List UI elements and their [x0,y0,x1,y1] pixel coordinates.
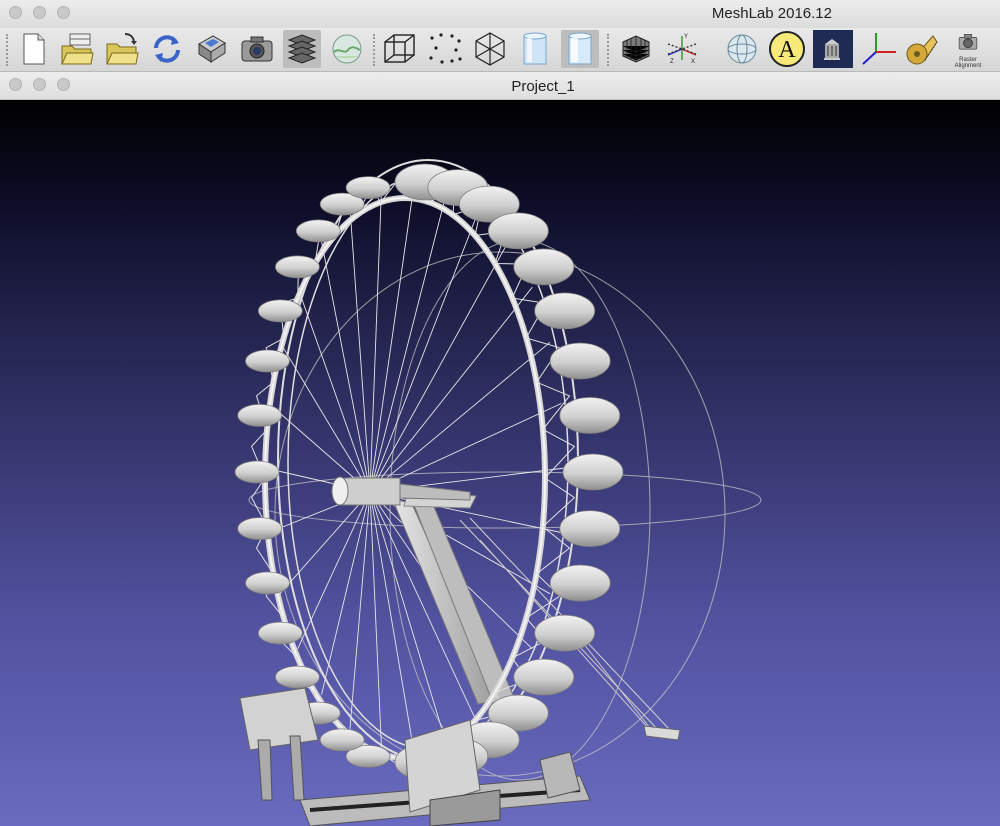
document-title: Project_1 [511,78,575,95]
wireframe-icon [475,32,505,66]
spoke [349,206,371,493]
axis-button[interactable] [860,30,898,68]
reload-button[interactable] [148,30,186,68]
capsule [513,658,575,696]
measure-button[interactable] [903,30,941,68]
capsule [345,176,391,199]
annotation-icon: A [769,31,805,67]
background-button[interactable] [813,30,853,68]
points-icon [429,33,462,64]
reload-icon [154,35,180,63]
toolbar-separator [373,34,377,66]
capsule [513,248,575,286]
spoke [369,206,481,493]
raster-alignment-label: Raster Alignment [954,57,982,69]
measure-icon [906,35,938,65]
trackball-button[interactable]: Y Z X [663,30,701,68]
capsule [257,621,303,645]
capsule [237,403,283,427]
new-project-icon [23,33,45,65]
capsule [549,564,611,602]
smooth-icon [568,32,592,65]
spoke [321,241,371,493]
flat-lines-button[interactable] [516,30,554,68]
import-mesh-icon [106,33,139,65]
main-toolbar: Y Z X A Raster Alignment [0,28,1000,72]
export-mesh-button[interactable] [193,30,231,68]
export-mesh-icon [198,35,226,63]
capsule [295,219,341,243]
3d-viewport[interactable] [0,100,1000,826]
toolbar-separator [6,34,10,66]
spoke [369,241,509,493]
flat-lines-icon [523,32,547,65]
spoke [369,185,383,493]
capsule [562,453,624,491]
raster-alignment-icon [958,34,978,50]
capsule [559,510,621,548]
open-project-button[interactable] [58,30,96,68]
sphere-icon [727,34,757,64]
spoke [369,185,449,493]
capsule [274,255,320,279]
hidden-lines-button[interactable] [617,30,655,68]
annotation-letter: A [778,37,796,63]
sphere-button[interactable] [723,30,761,68]
layers-icon [287,34,317,64]
trackball-icon: Y Z X [667,34,697,65]
capsule [237,517,283,541]
ferris-wheel-model [234,159,762,826]
smooth-button[interactable] [561,30,599,68]
render-settings-button[interactable] [328,30,366,68]
wireframe-button[interactable] [471,30,509,68]
svg-text:Y: Y [684,34,688,40]
spoke [349,491,371,730]
hidden-lines-icon [622,35,650,63]
points-button[interactable] [426,30,464,68]
spoke [369,341,551,493]
svg-text:Z: Z [670,59,674,65]
capsule [487,212,549,250]
toolbar-separator [607,34,611,66]
snapshot-button[interactable] [238,30,276,68]
app-titlebar: MeshLab 2016.12 [0,0,1000,28]
bounding-box-button[interactable] [381,30,419,68]
open-project-icon [61,33,94,65]
capsule [549,342,611,380]
capsule [234,460,280,484]
spoke [369,177,416,493]
capsule [534,614,596,652]
app-title: MeshLab 2016.12 [711,5,832,22]
capsule [534,292,596,330]
capsule [257,299,303,323]
spoke [369,491,383,751]
new-project-button[interactable] [14,30,52,68]
axis-icon [862,33,896,65]
capsule [559,396,621,434]
spoke [369,286,533,493]
bounding-box-icon [384,34,415,63]
background-icon [813,30,851,68]
render-settings-icon [332,34,362,64]
svg-text:X: X [691,59,695,65]
capsule [319,728,365,752]
snapshot-icon [241,36,273,62]
annotation-button[interactable]: A [768,30,806,68]
capsule [245,349,290,373]
raster-alignment-button[interactable]: Raster Alignment [949,30,989,69]
capsule [245,571,290,595]
import-mesh-button[interactable] [103,30,141,68]
layers-button[interactable] [283,30,321,68]
document-titlebar: Project_1 [0,72,1000,100]
capsule [274,665,320,689]
